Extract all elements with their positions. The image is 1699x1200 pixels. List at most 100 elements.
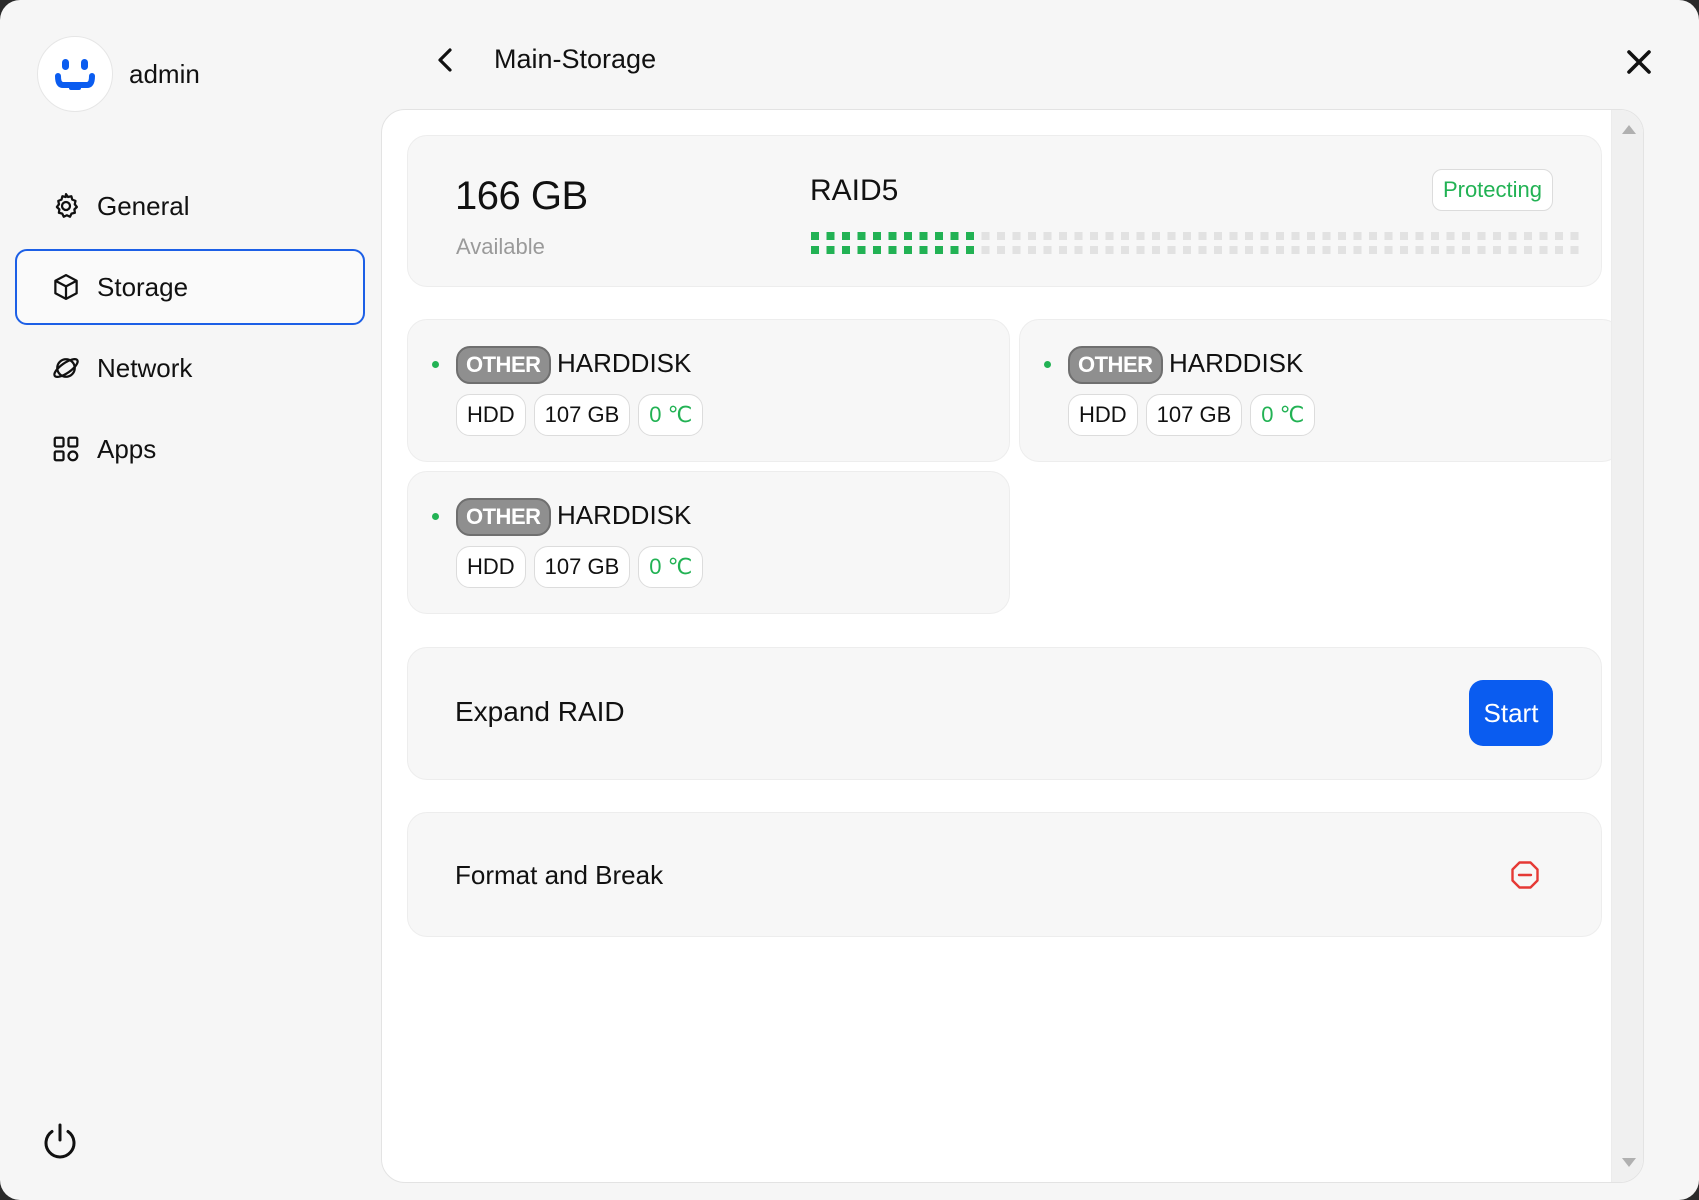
usage-segment	[1307, 246, 1315, 254]
usage-segment	[981, 246, 990, 254]
start-button[interactable]: Start	[1469, 680, 1553, 746]
expand-raid-label: Expand RAID	[455, 696, 625, 727]
format-break-button[interactable]	[1509, 859, 1541, 891]
scroll-up-arrow-icon[interactable]	[1622, 125, 1636, 134]
usage-segment	[1028, 232, 1036, 240]
usage-segment	[1012, 246, 1021, 254]
sidebar: admin General Storage Network Apps	[0, 0, 380, 1200]
usage-segment	[1493, 232, 1501, 240]
usage-segment	[1462, 232, 1470, 240]
format-break-label: Format and Break	[455, 860, 664, 890]
usage-segment	[935, 246, 943, 254]
usage-segment	[1152, 232, 1160, 240]
disk-media-chip: HDD	[456, 394, 526, 436]
usage-segment	[1539, 246, 1548, 254]
usage-segment	[1245, 246, 1253, 254]
usage-segment	[1121, 246, 1129, 254]
usage-segment	[1059, 246, 1067, 254]
scroll-down-arrow-icon[interactable]	[1622, 1158, 1636, 1167]
usage-segment	[950, 246, 959, 254]
back-button[interactable]	[430, 44, 460, 76]
usage-segment	[1105, 232, 1114, 240]
usage-segment	[919, 246, 928, 254]
usage-segment	[1353, 246, 1362, 254]
settings-window: admin General Storage Network Apps Main-…	[0, 0, 1699, 1200]
available-capacity: 166 GB	[455, 174, 588, 218]
usage-segment	[1183, 232, 1191, 240]
usage-segment	[1167, 232, 1176, 240]
usage-segment	[1090, 246, 1098, 254]
usage-segment	[1028, 246, 1036, 254]
power-button[interactable]	[40, 1122, 80, 1162]
sidebar-item-storage[interactable]: Storage	[15, 249, 365, 325]
usage-segment	[1198, 232, 1207, 240]
disk-temp-chip: 0 ℃	[638, 546, 704, 588]
usage-segment	[1260, 232, 1269, 240]
user-profile[interactable]: admin	[37, 36, 200, 112]
usage-segment	[919, 232, 928, 240]
usage-segment	[1338, 232, 1346, 240]
disk-status-dot	[1044, 361, 1051, 368]
disk-size-chip: 107 GB	[533, 546, 631, 588]
usage-segment	[811, 246, 819, 254]
usage-segment	[1276, 232, 1284, 240]
scrollbar[interactable]	[1611, 110, 1643, 1182]
usage-segment	[873, 232, 881, 240]
usage-segment	[1043, 246, 1052, 254]
usage-segment	[1570, 246, 1579, 254]
globe-icon	[51, 353, 81, 383]
sidebar-item-general[interactable]: General	[15, 168, 365, 244]
sidebar-nav: General Storage Network Apps	[15, 168, 365, 492]
usage-segment	[1307, 232, 1315, 240]
usage-segment	[1043, 232, 1052, 240]
sidebar-item-label: Network	[97, 352, 193, 383]
usage-segment	[1074, 246, 1083, 254]
usage-segment	[1291, 246, 1300, 254]
usage-segment	[966, 246, 974, 254]
close-icon	[1627, 50, 1651, 74]
usage-segment	[1121, 232, 1129, 240]
expand-raid-card: Expand RAID Start	[407, 647, 1602, 780]
usage-segment	[1415, 232, 1424, 240]
usage-segment	[857, 232, 866, 240]
sidebar-item-label: Apps	[97, 433, 157, 464]
usage-segment	[1322, 232, 1331, 240]
disk-card[interactable]: OTHER HARDDISK HDD 107 GB 0 ℃	[407, 319, 1010, 462]
avatar[interactable]	[37, 36, 113, 112]
usage-segment	[1369, 246, 1377, 254]
usage-segment	[1090, 232, 1098, 240]
sidebar-item-label: Storage	[97, 271, 189, 302]
disk-type-tag: OTHER	[456, 498, 551, 536]
usage-segment	[857, 246, 866, 254]
usage-segment	[1276, 246, 1284, 254]
format-break-card[interactable]: Format and Break	[407, 812, 1602, 937]
status-badge: Protecting	[1431, 169, 1553, 211]
disk-card[interactable]: OTHER HARDDISK HDD 107 GB 0 ℃	[407, 471, 1010, 614]
usage-segment	[1477, 232, 1486, 240]
username: admin	[129, 58, 200, 89]
usage-segment	[1570, 232, 1579, 240]
cube-icon	[51, 272, 81, 302]
usage-segment	[842, 246, 850, 254]
gear-icon	[51, 191, 81, 221]
disk-type-tag: OTHER	[1068, 346, 1163, 384]
sidebar-item-apps[interactable]: Apps	[15, 411, 365, 487]
usage-segment	[1384, 232, 1393, 240]
usage-segment	[1508, 246, 1517, 254]
chevron-left-icon	[438, 48, 452, 72]
storage-detail-panel: 166 GB Available RAID5 Protecting OTHER …	[381, 109, 1644, 1183]
raid-type: RAID5	[810, 174, 899, 207]
disk-status-dot	[432, 361, 439, 368]
disk-card[interactable]: OTHER HARDDISK HDD 107 GB 0 ℃	[1019, 319, 1622, 462]
usage-segment	[950, 232, 959, 240]
sidebar-item-network[interactable]: Network	[15, 330, 365, 406]
usage-segment	[1353, 232, 1362, 240]
disk-media-chip: HDD	[1068, 394, 1138, 436]
usage-segment	[1260, 246, 1269, 254]
close-button[interactable]	[1622, 45, 1656, 79]
usage-segment	[1493, 246, 1501, 254]
usage-segment	[997, 232, 1005, 240]
usage-segment	[1539, 232, 1548, 240]
usage-segment	[1012, 232, 1021, 240]
usage-segment	[1136, 232, 1145, 240]
